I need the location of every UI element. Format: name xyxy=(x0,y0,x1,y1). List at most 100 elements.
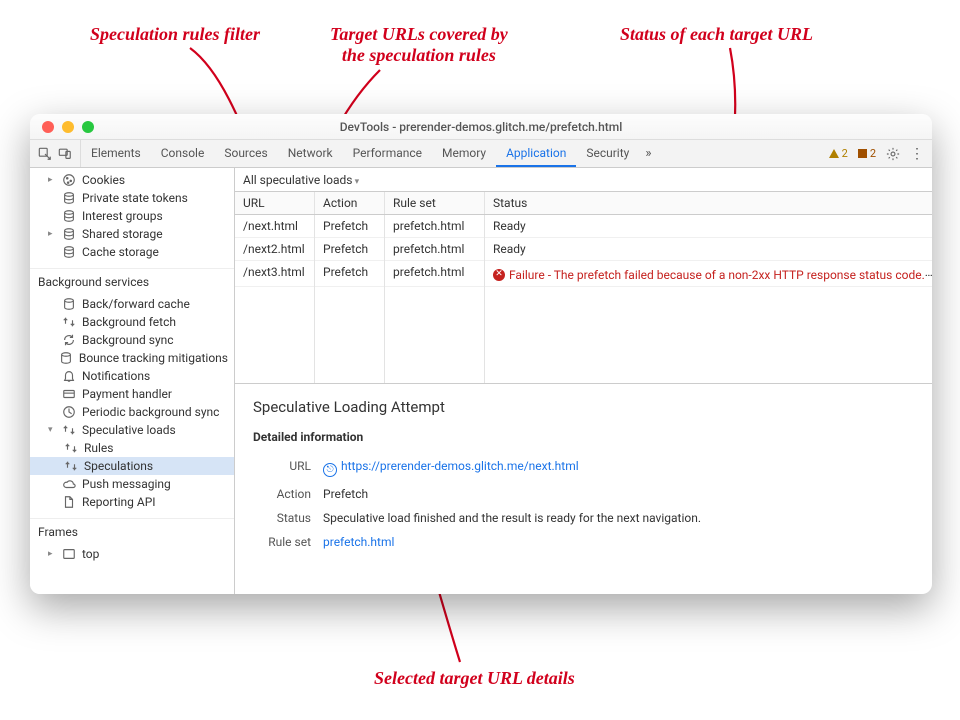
sidebar-item-periodic-sync[interactable]: Periodic background sync xyxy=(30,403,234,421)
sidebar-item-speculative-loads[interactable]: ▾Speculative loads xyxy=(30,421,234,439)
tab-memory[interactable]: Memory xyxy=(432,140,496,167)
settings-icon[interactable] xyxy=(886,147,900,161)
cell-status: Ready xyxy=(485,215,932,237)
col-action[interactable]: Action xyxy=(315,192,385,214)
document-icon xyxy=(62,495,76,509)
sidebar-item-top-frame[interactable]: ▸top xyxy=(30,545,234,563)
annotation-details: Selected target URL details xyxy=(374,668,575,689)
sidebar-item-speculations[interactable]: Speculations xyxy=(30,457,234,475)
window-title: DevTools - prerender-demos.glitch.me/pre… xyxy=(30,120,932,134)
tab-security[interactable]: Security xyxy=(576,140,639,167)
clock-icon xyxy=(62,405,76,419)
sidebar-item-bounce-tracking[interactable]: Bounce tracking mitigations xyxy=(30,349,234,367)
frame-icon xyxy=(62,547,76,561)
sidebar-item-push-messaging[interactable]: Push messaging xyxy=(30,475,234,493)
col-ruleset[interactable]: Rule set xyxy=(385,192,485,214)
sidebar-item-cache-storage[interactable]: Cache storage xyxy=(30,243,234,261)
warning-icon xyxy=(829,149,839,158)
annotation-status: Status of each target URL xyxy=(620,24,813,45)
sidebar-item-payment-handler[interactable]: Payment handler xyxy=(30,385,234,403)
tab-console[interactable]: Console xyxy=(151,140,215,167)
sidebar-header-frames: Frames xyxy=(30,518,234,542)
sidebar-item-interest-groups[interactable]: Interest groups xyxy=(30,207,234,225)
sidebar-item-bfcache[interactable]: Back/forward cache xyxy=(30,295,234,313)
transfer-icon xyxy=(62,423,76,437)
tab-performance[interactable]: Performance xyxy=(343,140,432,167)
cell-url: /next2.html xyxy=(235,238,315,260)
sync-icon xyxy=(62,333,76,347)
table-row[interactable]: /next3.htmlPrefetchprefetch.html✕Failure… xyxy=(235,261,932,287)
database-icon xyxy=(62,297,76,311)
panel-tabs: ElementsConsoleSourcesNetworkPerformance… xyxy=(81,140,639,167)
detail-action: Prefetch xyxy=(323,487,914,501)
transfer-icon xyxy=(64,459,78,473)
details-pane: Speculative Loading Attempt Detailed inf… xyxy=(235,384,932,594)
inspect-icon[interactable] xyxy=(38,147,52,161)
annotation-filter: Speculation rules filter xyxy=(90,24,260,45)
sidebar-item-background-sync[interactable]: Background sync xyxy=(30,331,234,349)
devtools-window: DevTools - prerender-demos.glitch.me/pre… xyxy=(30,114,932,594)
sidebar-item-shared-storage[interactable]: ▸Shared storage xyxy=(30,225,234,243)
table-row[interactable]: /next2.htmlPrefetchprefetch.htmlReady xyxy=(235,238,932,261)
cell-ruleset: prefetch.html xyxy=(385,215,485,237)
cookie-icon xyxy=(62,173,76,187)
device-toolbar-icon[interactable] xyxy=(58,147,72,161)
more-icon[interactable]: ⋮ xyxy=(910,146,924,162)
cell-url: /next.html xyxy=(235,215,315,237)
issues-badge[interactable]: 2 xyxy=(858,147,876,160)
issues-icon xyxy=(858,149,867,158)
database-icon xyxy=(62,191,76,205)
cell-ruleset: prefetch.html xyxy=(385,261,485,286)
detail-label-ruleset: Rule set xyxy=(253,535,311,549)
speculations-table: URL Action Rule set Status /next.htmlPre… xyxy=(235,192,932,384)
database-icon xyxy=(59,351,73,365)
close-icon[interactable] xyxy=(42,121,54,133)
sidebar: ▸Cookies Private state tokens Interest g… xyxy=(30,168,235,594)
warnings-badge[interactable]: 2 xyxy=(829,147,848,160)
tab-network[interactable]: Network xyxy=(278,140,343,167)
error-icon: ✕ xyxy=(493,269,505,281)
transfer-icon xyxy=(64,441,78,455)
sidebar-item-background-fetch[interactable]: Background fetch xyxy=(30,313,234,331)
card-icon xyxy=(62,387,76,401)
link-icon: ⎋ xyxy=(323,463,337,477)
detail-label-url: URL xyxy=(253,459,311,477)
sidebar-item-rules[interactable]: Rules xyxy=(30,439,234,457)
col-status[interactable]: Status xyxy=(485,192,932,214)
bell-icon xyxy=(62,369,76,383)
sidebar-header-background-services: Background services xyxy=(30,268,234,292)
table-header: URL Action Rule set Status xyxy=(235,192,932,215)
sidebar-item-notifications[interactable]: Notifications xyxy=(30,367,234,385)
tabs-overflow-icon[interactable]: » xyxy=(639,146,657,161)
tab-sources[interactable]: Sources xyxy=(214,140,277,167)
tab-application[interactable]: Application xyxy=(496,140,576,167)
cell-action: Prefetch xyxy=(315,261,385,286)
database-icon xyxy=(62,227,76,241)
cell-action: Prefetch xyxy=(315,215,385,237)
database-icon xyxy=(62,245,76,259)
tab-elements[interactable]: Elements xyxy=(81,140,151,167)
detail-label-action: Action xyxy=(253,487,311,501)
cell-ruleset: prefetch.html xyxy=(385,238,485,260)
traffic-lights xyxy=(30,121,94,133)
sidebar-item-cookies[interactable]: ▸Cookies xyxy=(30,171,234,189)
detail-label-status: Status xyxy=(253,511,311,525)
table-row[interactable]: /next.htmlPrefetchprefetch.htmlReady xyxy=(235,215,932,238)
main-panel: All speculative loads URL Action Rule se… xyxy=(235,168,932,594)
detail-url-link[interactable]: https://prerender-demos.glitch.me/next.h… xyxy=(341,459,579,473)
speculation-filter-dropdown[interactable]: All speculative loads xyxy=(243,173,359,187)
database-icon xyxy=(62,209,76,223)
detail-ruleset-link[interactable]: prefetch.html xyxy=(323,535,394,549)
col-url[interactable]: URL xyxy=(235,192,315,214)
cell-status: Ready xyxy=(485,238,932,260)
cell-status: ✕Failure - The prefetch failed because o… xyxy=(485,261,932,286)
sidebar-item-private-tokens[interactable]: Private state tokens xyxy=(30,189,234,207)
detail-status: Speculative load finished and the result… xyxy=(323,511,914,525)
sidebar-item-reporting-api[interactable]: Reporting API xyxy=(30,493,234,511)
minimize-icon[interactable] xyxy=(62,121,74,133)
details-title: Speculative Loading Attempt xyxy=(253,398,914,416)
zoom-icon[interactable] xyxy=(82,121,94,133)
titlebar: DevTools - prerender-demos.glitch.me/pre… xyxy=(30,114,932,140)
filter-bar: All speculative loads xyxy=(235,168,932,192)
tab-bar: ElementsConsoleSourcesNetworkPerformance… xyxy=(30,140,932,168)
